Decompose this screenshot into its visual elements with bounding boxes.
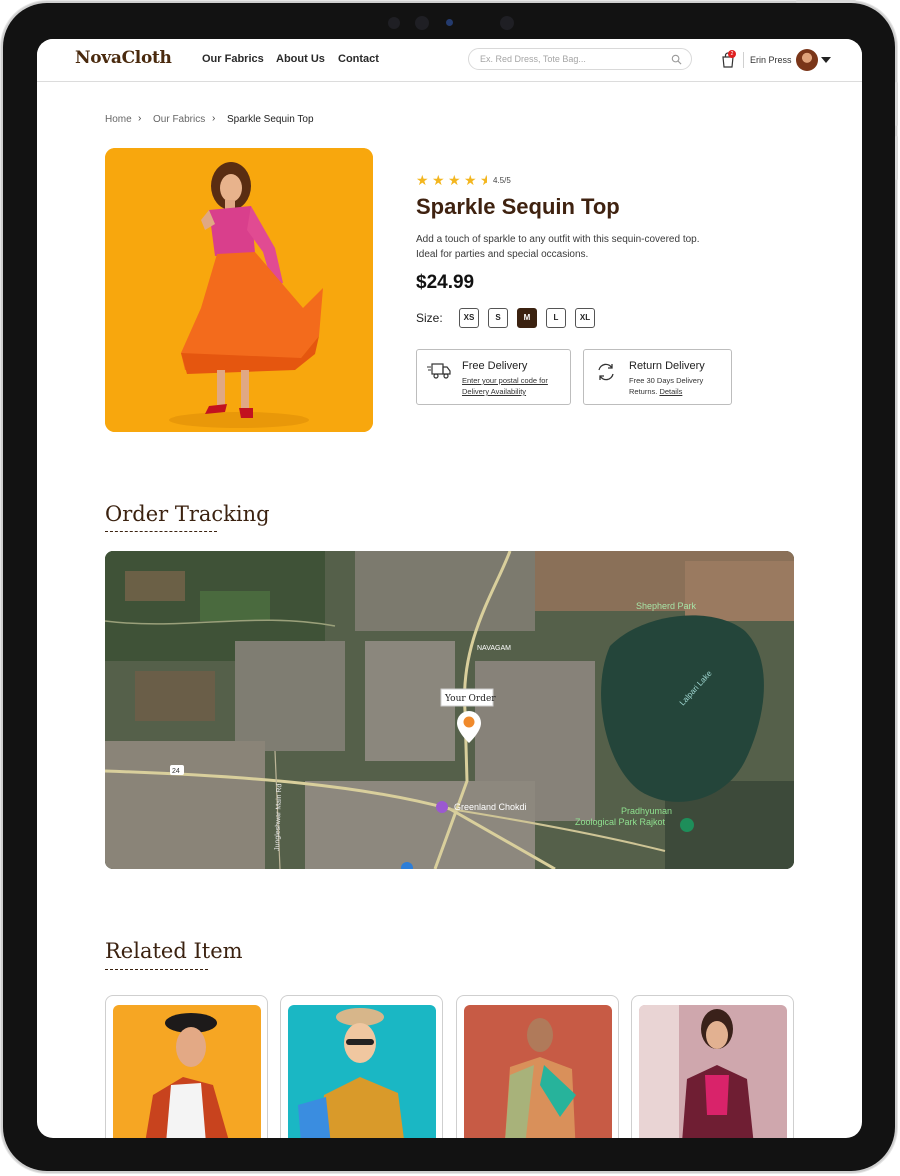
map-label-zoo-2: Zoological Park Rajkot — [575, 817, 666, 827]
related-item-card[interactable] — [280, 995, 443, 1138]
truck-icon — [427, 363, 451, 379]
model-illustration — [505, 1018, 576, 1138]
camera-lens — [415, 16, 429, 30]
product-description: Add a touch of sparkle to any outfit wit… — [416, 234, 700, 260]
top-button — [796, 0, 856, 3]
star-icon: ★ — [432, 172, 445, 188]
nav-contact[interactable]: Contact — [338, 53, 379, 65]
return-delivery-subtitle: Free 30 Days Delivery Returns. Details — [629, 375, 739, 397]
order-tracking-map[interactable]: Shepherd Park Lalpari Lake NAVAGAM Green… — [105, 551, 794, 869]
breadcrumb-home[interactable]: Home — [105, 114, 132, 125]
map-road-shield: 24 — [172, 768, 180, 775]
map-label-zoo-1: Pradhyuman — [621, 806, 672, 816]
returns-prefix: Returns. — [629, 387, 660, 396]
related-item-card[interactable] — [631, 995, 794, 1138]
chevron-down-icon[interactable] — [821, 57, 831, 63]
order-tracking-heading: Order Tracking — [105, 502, 270, 526]
volume-up-button — [895, 82, 898, 126]
model-illustration — [105, 148, 373, 432]
map-label-park: Shepherd Park — [636, 601, 697, 611]
size-label: Size: — [416, 311, 443, 325]
size-option-l[interactable]: L — [546, 308, 566, 328]
brand-logo[interactable]: NovaCloth — [75, 48, 172, 68]
app-screen: NovaCloth Our Fabrics About Us Contact 2… — [37, 39, 862, 1138]
free-delivery-card[interactable]: Free Delivery Enter your postal code for… — [416, 349, 571, 405]
zoo-paw-icon — [680, 818, 694, 832]
sensor-dot — [500, 16, 514, 30]
related-item-image[interactable] — [464, 1005, 612, 1138]
user-name[interactable]: Erin Press — [750, 55, 792, 65]
return-arrows-icon — [598, 363, 614, 381]
size-option-xl[interactable]: XL — [575, 308, 595, 328]
return-delivery-card[interactable]: Return Delivery Free 30 Days Delivery Re… — [583, 349, 732, 405]
return-policy-text: Free 30 Days Delivery — [629, 376, 704, 385]
delivery-availability-link[interactable]: Delivery Availability — [462, 387, 526, 396]
heading-underline — [105, 969, 208, 970]
star-icon: ★ — [464, 172, 477, 188]
top-navbar: NovaCloth Our Fabrics About Us Contact 2… — [37, 39, 862, 82]
related-item-image[interactable] — [639, 1005, 787, 1138]
product-image[interactable] — [105, 148, 373, 432]
free-delivery-subtitle: Enter your postal code for Delivery Avai… — [462, 375, 572, 397]
nav-our-fabrics[interactable]: Our Fabrics — [202, 53, 264, 65]
star-icon: ★ — [448, 172, 461, 188]
rating-value: 4.5/5 — [493, 176, 511, 185]
size-option-m[interactable]: M — [517, 308, 537, 328]
header-divider — [743, 52, 744, 68]
product-price: $24.99 — [416, 272, 475, 293]
search-input[interactable] — [468, 48, 692, 70]
search-icon[interactable] — [671, 54, 682, 65]
heading-underline — [105, 531, 217, 532]
related-items-heading: Related Item — [105, 939, 243, 963]
related-item-card[interactable] — [105, 995, 268, 1138]
model-illustration — [298, 1008, 404, 1138]
chevron-right-icon: › — [212, 113, 216, 124]
landmark-pin-icon — [436, 801, 448, 813]
product-title: Sparkle Sequin Top — [416, 194, 620, 219]
camera-indicator — [446, 19, 453, 26]
postal-code-link[interactable]: Enter your postal code for — [462, 376, 548, 385]
size-option-xs[interactable]: XS — [459, 308, 479, 328]
breadcrumb-our-fabrics[interactable]: Our Fabrics — [153, 114, 205, 125]
breadcrumb-current: Sparkle Sequin Top — [227, 114, 314, 125]
return-details-link[interactable]: Details — [659, 387, 682, 396]
cart-count-badge: 2 — [728, 50, 736, 58]
volume-down-button — [895, 136, 898, 180]
nav-about-us[interactable]: About Us — [276, 53, 325, 65]
half-star-icon: ★ — [480, 173, 487, 187]
model-illustration — [145, 1013, 229, 1138]
size-option-s[interactable]: S — [488, 308, 508, 328]
related-item-image[interactable] — [288, 1005, 436, 1138]
map-label-chokdi: Greenland Chokdi — [454, 802, 527, 812]
related-item-image[interactable] — [113, 1005, 261, 1138]
return-delivery-title: Return Delivery — [629, 360, 705, 372]
user-avatar[interactable] — [796, 49, 818, 71]
map-label-navagam: NAVAGAM — [477, 645, 511, 652]
related-item-card[interactable] — [456, 995, 619, 1138]
free-delivery-title: Free Delivery — [462, 360, 528, 372]
sensor-dot — [388, 17, 400, 29]
model-illustration — [639, 1005, 754, 1138]
map-canvas: Shepherd Park Lalpari Lake NAVAGAM Green… — [105, 551, 794, 869]
star-icon: ★ — [416, 172, 429, 188]
order-marker-label: Your Order — [444, 694, 496, 704]
chevron-right-icon: › — [138, 113, 142, 124]
